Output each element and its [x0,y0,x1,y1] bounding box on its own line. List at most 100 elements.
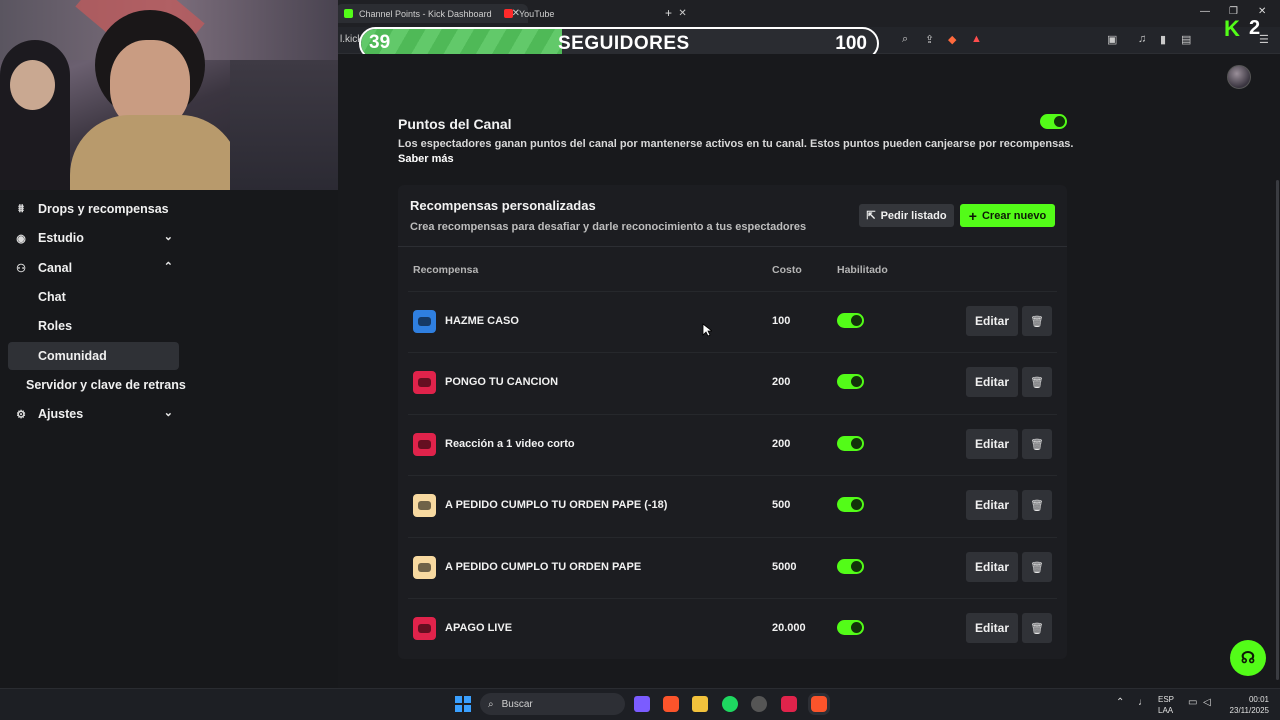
search-icon: ⌕ [488,698,494,710]
sidebar-item-label: Estudio [38,231,84,245]
obs-icon[interactable] [751,696,767,712]
edit-button[interactable]: Editar [966,613,1018,643]
reward-name: A PEDIDO CUMPLO TU ORDEN PAPE [445,561,642,573]
divider [408,598,1057,599]
trash-icon: 🗑︎ [1030,499,1044,512]
edit-button[interactable]: Editar [966,552,1018,582]
sidebar-item-channel[interactable]: ⚇ Canal ⌃ [8,254,179,282]
sidebar-item-server-key[interactable]: Servidor y clave de retrans [8,371,193,399]
divider [408,537,1057,538]
microphone-icon[interactable]: ♩ [1138,697,1148,708]
sidebar-item-label: Comunidad [38,349,107,363]
divider [408,414,1057,415]
learn-more-link[interactable]: Saber más [398,153,454,165]
reward-icon [413,617,436,640]
delete-button[interactable]: 🗑︎ [1022,490,1052,520]
tray-chevron-icon[interactable]: ⌃ [1116,697,1124,708]
delete-button[interactable]: 🗑︎ [1022,306,1052,336]
reward-enabled-toggle[interactable] [837,313,864,328]
language-top: ESP [1158,695,1175,704]
edit-button[interactable]: Editar [966,429,1018,459]
edit-button[interactable]: Editar [966,490,1018,520]
create-new-button[interactable]: + Crear nuevo [960,204,1055,227]
close-window-button[interactable]: ✕ [1258,6,1266,17]
delete-button[interactable]: 🗑︎ [1022,613,1052,643]
brave-active-icon[interactable] [811,696,827,712]
reader-icon[interactable]: ▮ [1160,33,1166,46]
search-placeholder: Buscar [501,698,533,710]
spotify-icon[interactable] [722,696,738,712]
reward-icon [413,433,436,456]
reward-icon [413,310,436,333]
reward-name: APAGO LIVE [445,622,513,634]
request-list-button[interactable]: ⇱ Pedir listado [859,204,954,227]
system-clock[interactable]: 00:01 23/11/2025 [1224,694,1269,716]
divider [398,246,1067,247]
reward-enabled-toggle[interactable] [837,497,864,512]
zoom-icon[interactable]: ⌕ [902,33,908,46]
reward-enabled-toggle[interactable] [837,620,864,635]
app-icon-red[interactable] [781,696,797,712]
sidebar-toggle-icon[interactable]: ▣ [1107,33,1117,46]
studio-icon: ◉ [16,232,26,245]
file-explorer-icon[interactable] [692,696,708,712]
sidebar-item-settings[interactable]: ⚙ Ajustes ⌄ [8,400,179,428]
sidebar-item-studio[interactable]: ◉ Estudio ⌄ [8,224,179,252]
column-header-enabled: Habilitado [837,264,888,276]
windows-start-icon[interactable] [455,696,471,712]
kick-logo-icon: K [1224,16,1240,41]
brave-rewards-icon[interactable]: ▲ [971,33,982,45]
reward-cost: 200 [772,438,791,450]
reward-enabled-toggle[interactable] [837,374,864,389]
tab-close-icon[interactable]: ✕ [678,8,686,19]
delete-button[interactable]: 🗑︎ [1022,367,1052,397]
new-tab-button[interactable]: + [665,6,672,20]
tab-label: Channel Points - Kick Dashboard [359,8,492,19]
reward-enabled-toggle[interactable] [837,436,864,451]
sidebar-item-chat[interactable]: Chat [8,283,179,311]
trash-icon: 🗑︎ [1030,622,1044,635]
scrollbar[interactable] [1276,180,1279,680]
sidebar-item-label: Canal [38,261,73,275]
app-icon-purple[interactable] [634,696,650,712]
taskbar-search[interactable]: ⌕ Buscar [480,693,625,715]
delete-button[interactable]: 🗑︎ [1022,552,1052,582]
menu-icon[interactable]: ☰ [1259,33,1269,46]
language-bottom: LAA [1158,706,1174,715]
sidebar-item-label: Servidor y clave de retrans [26,378,186,392]
reward-name: HAZME CASO [445,315,519,327]
language-indicator[interactable]: ESP LAA [1158,694,1174,716]
clock-time: 00:01 [1248,695,1269,704]
reward-icon [413,371,436,394]
sidebar-item-label: Drops y recompensas [38,202,169,216]
chevron-up-icon: ⌃ [163,261,173,273]
trash-icon: 🗑︎ [1030,561,1044,574]
edit-button[interactable]: Editar [966,306,1018,336]
minimize-button[interactable]: — [1200,6,1210,17]
brave-browser-icon[interactable] [663,696,679,712]
sidebar-item-roles[interactable]: Roles [8,312,179,340]
delete-button[interactable]: 🗑︎ [1022,429,1052,459]
support-chat-button[interactable]: ☊ [1230,640,1266,676]
table-row: HAZME CASO 100 Editar 🗑︎ [398,291,1067,352]
webcam-overlay [0,0,338,190]
webcam-background [230,60,338,190]
table-row: PONGO TU CANCION 200 Editar 🗑︎ [398,352,1067,413]
edit-button[interactable]: Editar [966,367,1018,397]
avatar[interactable] [1227,65,1251,89]
reward-icon [413,556,436,579]
wallet-icon[interactable]: ▤ [1181,33,1191,46]
divider [408,352,1057,353]
share-icon[interactable]: ⇪ [925,33,934,46]
sidebar-item-community[interactable]: Comunidad [8,342,179,370]
volume-icon[interactable]: ◁ [1203,697,1211,708]
brave-shield-icon[interactable]: ◆ [948,33,956,46]
network-icon[interactable]: ▭ [1188,697,1197,708]
channel-points-toggle[interactable] [1040,114,1067,129]
sidebar-item-drops[interactable]: ⩩ Drops y recompensas [8,195,179,223]
column-header-cost: Costo [772,264,802,276]
reward-enabled-toggle[interactable] [837,559,864,574]
media-icon[interactable]: ♫ [1138,33,1146,45]
table-row: A PEDIDO CUMPLO TU ORDEN PAPE 5000 Edita… [398,537,1067,598]
clock-date: 23/11/2025 [1229,706,1269,715]
